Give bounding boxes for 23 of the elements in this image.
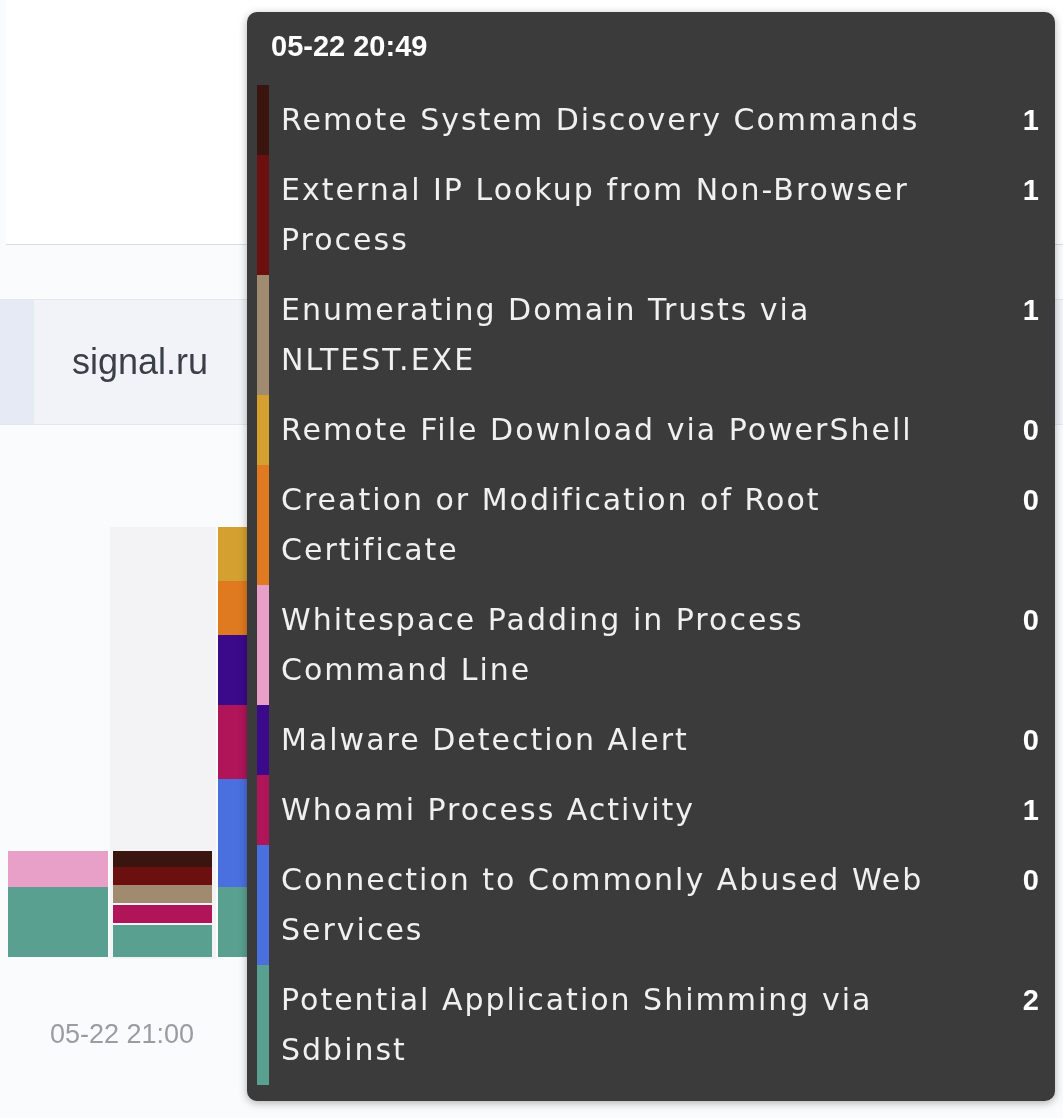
series-name: Whoami Process Activity — [280, 791, 697, 829]
series-count: 1 — [1021, 173, 1040, 208]
series-count: 0 — [1021, 863, 1040, 898]
series-count: 1 — [1021, 103, 1040, 138]
tooltip-title: 05-22 20:49 — [271, 30, 429, 63]
series-count: 0 — [1021, 723, 1040, 758]
series-count: 0 — [1021, 483, 1040, 518]
series-name: Remote System Discovery Commands — [280, 101, 921, 139]
series-count: 0 — [1021, 603, 1040, 638]
series-count: 1 — [1021, 793, 1040, 828]
series-name: Malware Detection Alert — [280, 721, 690, 759]
series-count: 2 — [1021, 983, 1040, 1018]
domain-text: signal.ru — [72, 341, 209, 383]
series-name: Remote File Download via PowerShell — [280, 411, 914, 449]
series-name: External IP Lookup from Non-Browser Process — [280, 171, 910, 259]
series-count: 1 — [1021, 293, 1040, 328]
series-name: Connection to Commonly Abused Web Services — [280, 861, 925, 949]
series-name: Whitespace Padding in Process Command Line — [280, 601, 805, 689]
series-name: Creation or Modification of Root Certificate — [280, 481, 822, 569]
series-count: 0 — [1021, 413, 1040, 448]
axis-label: 05-22 21:00 — [50, 1019, 195, 1050]
series-name: Potential Application Shimming via Sdbinst — [280, 981, 874, 1069]
series-name: Enumerating Domain Trusts via NLTEST.EXE — [280, 291, 812, 379]
